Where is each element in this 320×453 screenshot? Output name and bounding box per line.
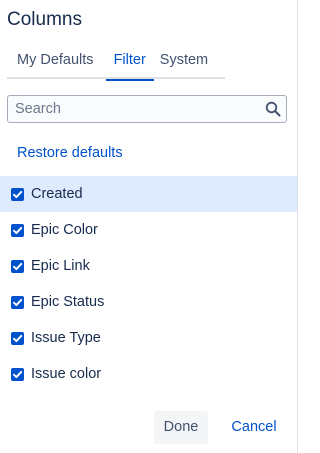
column-row-epic-link[interactable]: Epic Link <box>0 248 297 284</box>
checkbox-checked[interactable] <box>11 295 24 309</box>
search-icon[interactable] <box>265 101 281 117</box>
column-row-issue-type[interactable]: Issue Type <box>0 320 297 356</box>
search-box <box>7 95 287 123</box>
tab-bar: My Defaults Filter System <box>7 44 225 81</box>
column-label: Epic Link <box>31 258 90 274</box>
column-row-created[interactable]: Created <box>0 176 297 212</box>
column-row-epic-color[interactable]: Epic Color <box>0 212 297 248</box>
done-button[interactable]: Done <box>154 411 208 444</box>
tab-my-defaults[interactable]: My Defaults <box>17 44 94 79</box>
search-input[interactable] <box>8 96 260 122</box>
column-label: Epic Color <box>31 222 98 238</box>
checkbox-checked[interactable] <box>11 187 24 201</box>
dialog-footer: Done Cancel <box>0 411 297 445</box>
cancel-button[interactable]: Cancel <box>223 411 285 444</box>
column-row-epic-status[interactable]: Epic Status <box>0 284 297 320</box>
checkbox-checked[interactable] <box>11 259 24 273</box>
columns-dialog: Columns My Defaults Filter System Restor… <box>0 0 298 453</box>
checkbox-checked[interactable] <box>11 367 24 381</box>
restore-defaults-link[interactable]: Restore defaults <box>17 145 123 161</box>
tab-system[interactable]: System <box>160 44 208 79</box>
dialog-title: Columns <box>7 9 82 30</box>
column-label: Created <box>31 186 83 202</box>
checkbox-checked[interactable] <box>11 223 24 237</box>
tab-filter[interactable]: Filter <box>105 44 155 81</box>
column-label: Issue Type <box>31 330 101 346</box>
checkbox-checked[interactable] <box>11 331 24 345</box>
column-list: Created Epic Color Epic Link Epic Status… <box>0 176 297 392</box>
column-row-issue-color[interactable]: Issue color <box>0 356 297 392</box>
column-label: Epic Status <box>31 294 105 310</box>
column-label: Issue color <box>31 366 102 382</box>
